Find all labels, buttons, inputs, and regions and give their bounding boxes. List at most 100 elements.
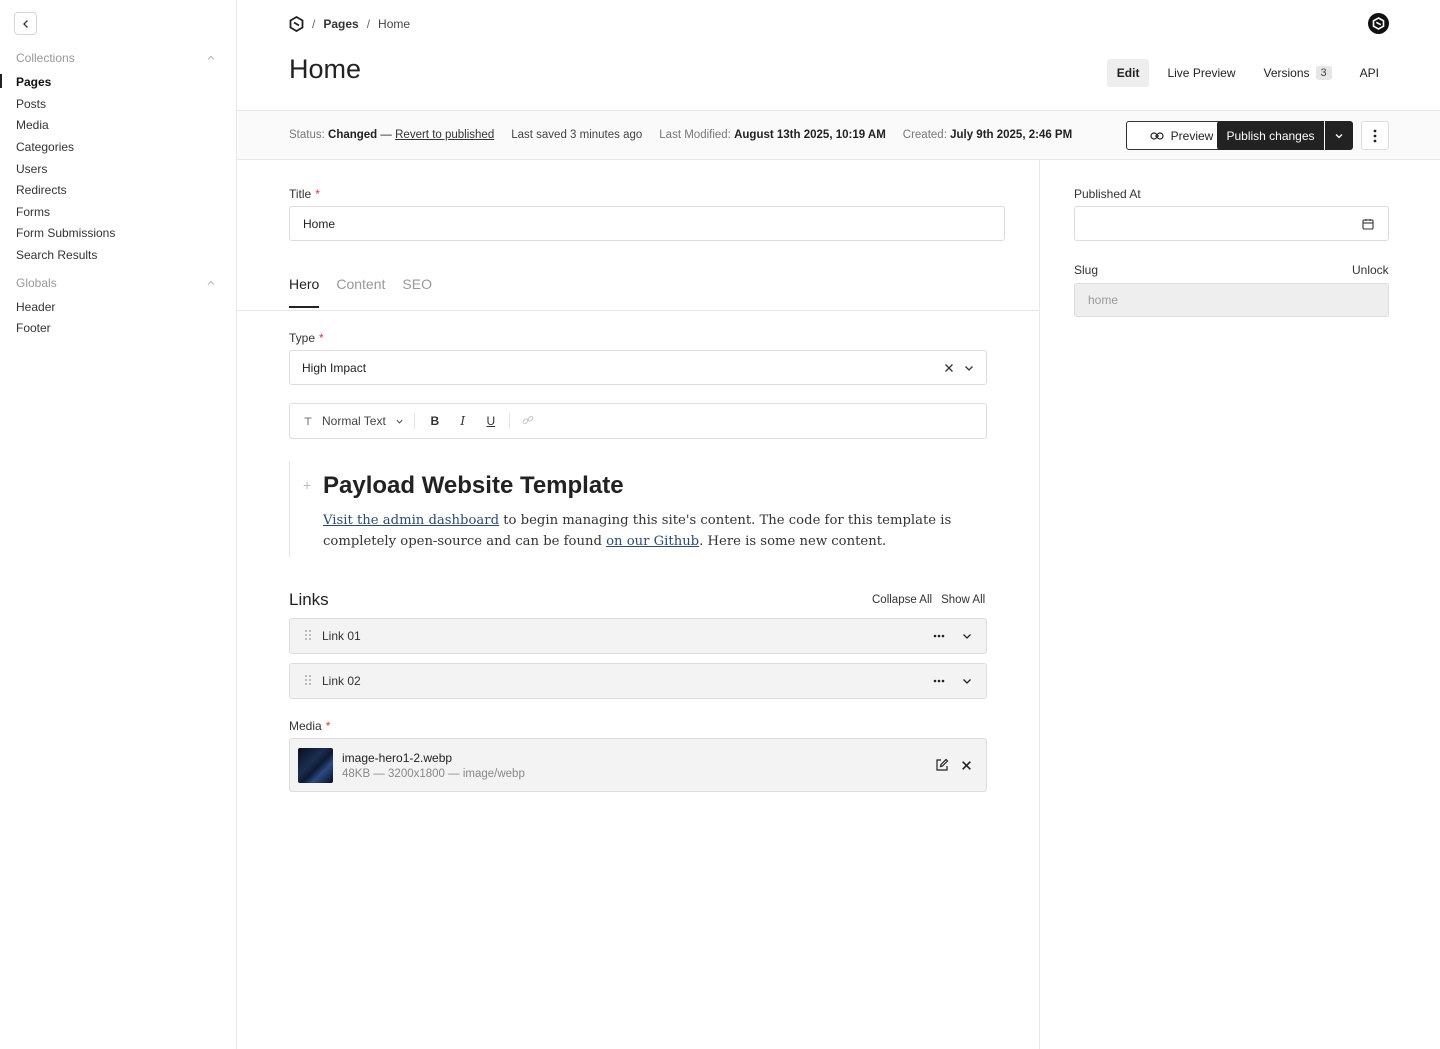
tab-content[interactable]: Content [336,276,385,308]
more-horizontal-icon[interactable] [933,679,945,683]
slug-input: home [1074,283,1389,317]
title-label-text: Title [289,187,312,201]
tab-versions[interactable]: Versions 3 [1254,59,1342,87]
status-value: Changed [328,129,378,141]
breadcrumb-separator: / [366,17,371,31]
published-at-label: Published At [1074,187,1141,201]
active-indicator [0,74,2,88]
drag-handle-icon[interactable] [304,674,322,689]
close-icon[interactable] [961,760,972,771]
created-label: Created: [902,129,947,141]
breadcrumb-current: Home [378,17,411,31]
link-row-actions [933,676,972,686]
publish-changes-button[interactable]: Publish changes [1217,121,1324,150]
sidebar-item-search-results[interactable]: Search Results [16,248,97,262]
type-label-text: Type [289,331,316,345]
sidebar-item-pages[interactable]: Pages [16,75,51,89]
required-asterisk: * [325,719,331,733]
collapse-sidebar-button[interactable] [14,12,37,35]
slug-label: Slug [1074,263,1099,277]
chevron-down-icon[interactable] [964,363,974,373]
chevron-down-icon[interactable] [962,676,972,686]
last-saved: Last saved 3 minutes ago [511,129,643,141]
title-input[interactable]: Home [289,206,1005,241]
editor-paragraph: Visit the admin dashboard to begin manag… [323,510,983,552]
unlock-slug-button[interactable]: Unlock [1352,263,1389,277]
link-row-actions [933,631,972,641]
tabs-divider [237,310,1039,311]
media-field-label: Media * [289,719,330,733]
text-type-icon [304,417,312,425]
sidebar-item-header[interactable]: Header [16,300,55,314]
bold-button[interactable]: B [421,414,449,428]
drag-handle-icon[interactable] [304,629,322,644]
status-group: Status: Changed — Revert to published [289,129,494,141]
github-link[interactable]: on our Github [606,534,699,549]
clear-icon[interactable] [944,363,954,373]
sidebar-item-form-submissions[interactable]: Form Submissions [16,226,115,240]
chevron-down-icon [1335,133,1343,138]
more-horizontal-icon[interactable] [933,634,945,638]
media-filename: image-hero1-2.webp [342,750,453,765]
breadcrumb-pages[interactable]: Pages [323,17,358,31]
show-all-button[interactable]: Show All [941,594,985,606]
document-controls: Status: Changed — Revert to published La… [237,110,1440,160]
underline-button[interactable]: U [477,414,505,428]
globals-group-toggle[interactable]: Globals [16,276,216,290]
payload-logo-icon[interactable] [289,16,304,32]
sidebar-item-categories[interactable]: Categories [16,140,74,154]
sidebar-item-posts[interactable]: Posts [16,97,46,111]
main-divider [1039,160,1040,1049]
rich-text-toolbar: Normal Text B I U [289,403,987,439]
payload-logo-icon [1372,17,1385,30]
italic-button[interactable]: I [449,414,477,428]
field-tabs: Hero Content SEO [289,276,432,308]
link-icon [1150,131,1164,140]
link-row[interactable]: Link 01 [289,618,987,654]
media-thumbnail [298,747,333,783]
link-button[interactable] [514,414,542,429]
more-vertical-icon [1373,129,1377,142]
chevron-left-icon [22,19,28,28]
tab-edit[interactable]: Edit [1106,59,1150,87]
preview-button-label: Preview [1170,128,1214,143]
tab-hero[interactable]: Hero [289,276,320,308]
title-field-label: Title * [289,187,320,201]
globals-group-title: Globals [16,276,57,290]
revert-to-published-link[interactable]: Revert to published [395,129,494,141]
media-info: image-hero1-2.webp 48KB — 3200x1800 — im… [342,751,935,780]
tab-live-preview[interactable]: Live Preview [1157,59,1245,87]
type-select[interactable]: High Impact [289,350,987,385]
sidebar-item-redirects[interactable]: Redirects [16,183,67,197]
tab-api[interactable]: API [1350,59,1389,87]
account-avatar[interactable] [1368,13,1389,34]
chevron-up-icon [207,280,215,285]
sidebar-item-media[interactable]: Media [16,118,49,132]
breadcrumb-separator: / [312,17,316,31]
block-type-dropdown[interactable]: Normal Text [303,413,415,429]
created-value: July 9th 2025, 2:46 PM [950,129,1073,141]
collapse-all-button[interactable]: Collapse All [872,594,932,606]
links-actions: Collapse All Show All [872,594,985,606]
link-row[interactable]: Link 02 [289,663,987,699]
chevron-down-icon [396,419,403,424]
published-at-input[interactable] [1074,206,1389,241]
add-block-icon[interactable]: + [303,477,311,493]
toolbar-divider [508,413,510,429]
chevron-down-icon[interactable] [962,631,972,641]
sidebar-item-forms[interactable]: Forms [16,205,50,219]
tab-seo[interactable]: SEO [402,276,432,308]
more-options-button[interactable] [1361,121,1389,150]
edit-icon[interactable] [935,758,949,772]
sidebar-item-users[interactable]: Users [16,162,47,176]
breadcrumb: / Pages / Home [289,16,410,32]
rich-text-editor[interactable]: + Payload Website Template Visit the adm… [289,460,989,557]
editor-heading: Payload Website Template [323,472,624,499]
collections-group-toggle[interactable]: Collections [16,51,216,65]
sidebar: Collections Pages Posts Media Categories… [0,0,237,1049]
document-tabs: Edit Live Preview Versions 3 API [1099,59,1389,87]
sidebar-item-footer[interactable]: Footer [16,321,51,335]
last-modified-label: Last Modified: [659,129,731,141]
admin-dashboard-link[interactable]: Visit the admin dashboard [323,513,499,528]
publish-options-button[interactable] [1325,121,1353,150]
